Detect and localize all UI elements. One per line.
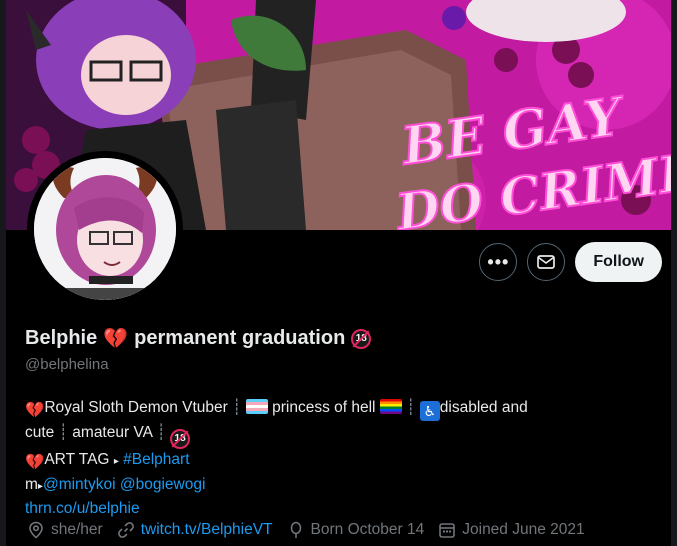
display-name-text: Belphie [25,327,98,349]
trans-flag-icon [245,399,268,414]
triangle-right-icon: ▸ [113,456,119,467]
joined-text: Joined June 2021 [462,521,585,538]
bio-text: ART TAG [44,451,110,468]
joined-item: Joined June 2021 [438,521,585,539]
rainbow-flag-icon [379,399,402,414]
broken-heart-icon: 💔 [25,402,45,419]
adults-only-icon: 18 [170,429,191,449]
display-name-suffix: permanent graduation [134,327,346,349]
bio-text: m [25,476,38,493]
profile-meta: she/her twitch.tv/BelphieVT Born October… [27,521,585,539]
wheelchair-icon: ♿ [419,401,440,421]
bio-text: cute [25,424,55,441]
birthday-text: Born October 14 [310,521,425,538]
frame-right [671,0,677,546]
username-handle: @belphelina [25,356,109,373]
separator-icon: ┊ [406,399,416,416]
bio-line-3: 💔ART TAG ▸ #Belphart [25,449,625,474]
bio-line-1: 💔Royal Sloth Demon Vtuber ┊ princess of … [25,397,625,422]
avatar-image [34,158,176,300]
bio-url-link[interactable]: thrn.co/u/belphie [25,500,140,517]
message-button[interactable] [527,243,566,281]
separator-icon: ┊ [58,424,68,441]
calendar-icon [439,523,456,538]
bio-text: amateur VA [72,424,153,441]
bio-line-2: cute ┊ amateur VA ┊ 18 [25,422,625,449]
profile-bio: 💔Royal Sloth Demon Vtuber ┊ princess of … [25,397,625,520]
bio-line-5: thrn.co/u/belphie [25,498,625,520]
bio-text: disabled and [439,399,528,416]
more-button[interactable]: ••• [479,243,518,281]
birthday-item: Born October 14 [287,521,425,539]
bio-text: Royal Sloth Demon Vtuber [44,399,228,416]
mention-link[interactable]: @mintykoi [43,476,116,493]
location-pin-icon [29,521,43,539]
broken-heart-icon: 💔 [103,328,129,350]
bio-line-4: m▸@mintykoi @bogiewogi [25,474,625,498]
envelope-icon [537,255,556,269]
adults-only-icon: 18 [351,328,372,349]
balloon-icon [290,521,301,538]
location-text: she/her [51,521,103,538]
profile-actions: ••• Follow [479,242,662,282]
mention-link[interactable]: @bogiewogi [120,476,206,493]
bio-text: princess of hell [272,399,376,416]
hashtag-link[interactable]: #Belphart [123,451,189,468]
website-item[interactable]: twitch.tv/BelphieVT [117,521,273,539]
separator-icon: ┊ [232,399,242,416]
website-link[interactable]: twitch.tv/BelphieVT [141,521,273,539]
separator-icon: ┊ [156,424,166,441]
ellipsis-icon: ••• [487,251,510,272]
display-name: Belphie 💔 permanent graduation 18 [25,326,372,351]
follow-button[interactable]: Follow [575,242,662,282]
broken-heart-icon: 💔 [25,454,45,471]
location-item: she/her [27,521,103,539]
avatar[interactable] [27,151,183,307]
link-icon [117,522,134,538]
